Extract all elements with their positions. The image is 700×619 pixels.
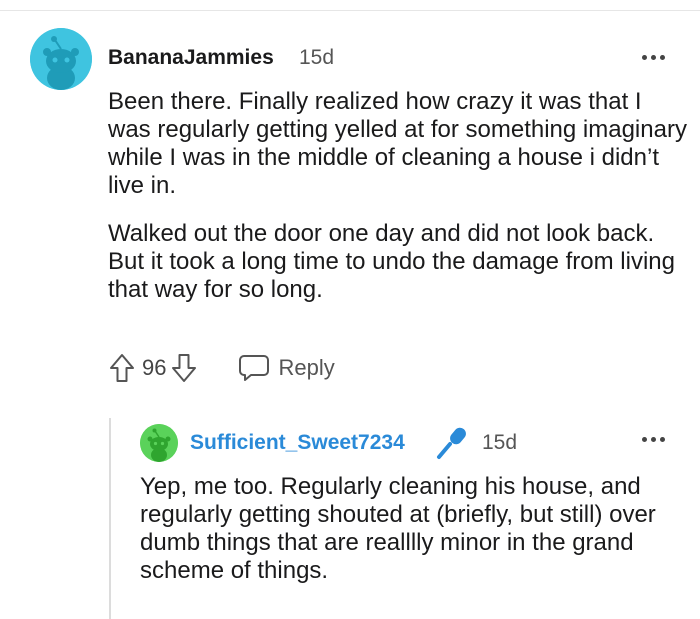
dot-icon — [660, 55, 665, 60]
upvote-button[interactable] — [108, 352, 136, 384]
username[interactable]: Sufficient_Sweet7234 — [190, 431, 405, 455]
vote-count: 96 — [142, 355, 167, 380]
dot-icon — [660, 437, 665, 442]
comment-paragraph: Been there. Finally realized how crazy i… — [108, 88, 687, 199]
dot-icon — [642, 55, 647, 60]
snoo-avatar-icon — [140, 424, 178, 462]
thread-line[interactable] — [109, 418, 111, 619]
username[interactable]: BananaJammies — [108, 46, 274, 70]
snoo-avatar-icon — [30, 28, 92, 90]
upvote-arrow-icon — [110, 354, 134, 382]
avatar[interactable] — [30, 28, 92, 90]
dot-icon — [651, 437, 656, 442]
microphone-icon — [434, 425, 470, 461]
timestamp: 15d — [482, 431, 518, 454]
more-options-button[interactable] — [642, 437, 665, 442]
timestamp: 15d — [299, 46, 335, 69]
avatar[interactable] — [140, 424, 178, 462]
dot-icon — [651, 55, 656, 60]
speech-bubble-icon — [239, 355, 270, 381]
dot-icon — [642, 437, 647, 442]
comment-paragraph: Walked out the door one day and did not … — [108, 220, 675, 303]
comment-actions: 96 Reply — [108, 352, 335, 384]
top-divider — [0, 10, 700, 11]
comment-paragraph: Yep, me too. Regularly cleaning his hous… — [140, 473, 656, 584]
downvote-button[interactable] — [170, 352, 198, 384]
reply-label: Reply — [278, 355, 335, 380]
reply-button[interactable]: Reply — [238, 353, 335, 383]
downvote-arrow-icon — [172, 354, 197, 382]
comment-body: Been there. Finally realized how crazy i… — [108, 88, 688, 304]
comment-body: Yep, me too. Regularly cleaning his hous… — [140, 473, 675, 585]
more-options-button[interactable] — [642, 55, 665, 60]
